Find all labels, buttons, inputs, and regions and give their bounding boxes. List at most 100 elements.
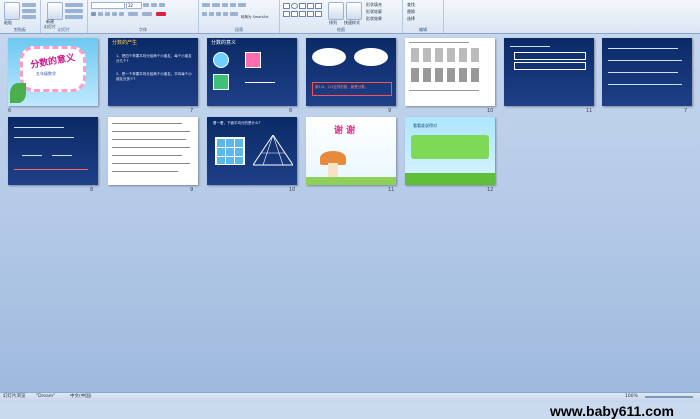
slide-thumbnail[interactable] [108, 117, 198, 185]
textbox-shape-icon[interactable] [283, 11, 290, 17]
new-slide-button[interactable] [47, 2, 63, 20]
delete-button[interactable] [65, 15, 83, 19]
zoom-level[interactable]: 100% [625, 394, 638, 400]
slide-text-line [22, 155, 42, 156]
font-color-button[interactable] [156, 12, 166, 16]
underline-button[interactable] [105, 12, 110, 16]
font-size-dropdown[interactable]: 32 [126, 2, 142, 9]
increase-indent-button[interactable] [230, 3, 236, 7]
square-figure [245, 52, 261, 68]
slide-thumbnail[interactable]: 分数的意义 [207, 38, 297, 106]
quick-styles-label: 快速样式 [344, 20, 360, 25]
bullets-button[interactable] [202, 3, 210, 7]
slide-number: 8 [90, 187, 94, 193]
slide-note: 像1/4、2/3这样的数，都是分数。 [315, 85, 369, 89]
decrease-indent-button[interactable] [222, 3, 228, 7]
quick-styles-button[interactable] [346, 2, 362, 20]
slide-text-line [52, 155, 72, 156]
slide-text-line [112, 163, 190, 164]
slide-text-line [14, 169, 88, 170]
slide-thumbnail[interactable] [504, 38, 594, 106]
slide-text-line [112, 131, 190, 132]
line-spacing-button[interactable] [238, 3, 246, 7]
slide-text-line [608, 48, 678, 49]
slide-text-line [112, 139, 186, 140]
strikethrough-button[interactable] [112, 12, 117, 16]
slide-number: 7 [190, 108, 194, 114]
slide-text-line [409, 90, 479, 91]
columns-button[interactable] [230, 12, 238, 16]
slide-number: 9 [388, 108, 392, 114]
slide-thumbnail[interactable] [8, 117, 98, 185]
slide-text-line [112, 155, 182, 156]
font-size-value: 32 [128, 3, 134, 8]
leaf-decoration [10, 83, 26, 103]
select-button[interactable]: 选择 [407, 16, 415, 21]
slide-text-line [112, 123, 182, 124]
slide-number: 11 [586, 108, 593, 114]
spacing-button[interactable] [128, 12, 138, 16]
italic-button[interactable] [98, 12, 103, 16]
slide-thumbnail[interactable]: 分数的产生 1、把四个苹果平均分给两个小朋友，每个小朋友分几个? 2、把一个苹果… [108, 38, 198, 106]
shape-fill-button[interactable]: 形状填充 [366, 2, 382, 7]
slide-sorter: 分数的意义 五年级数学 6 分数的产生 1、把四个苹果平均分给两个小朋友，每个小… [0, 34, 700, 419]
shrink-font-button[interactable] [151, 3, 157, 7]
brace-shape-icon[interactable] [307, 11, 314, 17]
align-left-button[interactable] [202, 12, 207, 16]
slide-text: 1、把四个苹果平均分给两个小朋友，每个小朋友分几个? [116, 54, 192, 63]
bold-button[interactable] [91, 12, 96, 16]
arrange-button[interactable] [328, 2, 344, 20]
layout-button[interactable] [65, 3, 83, 7]
figure-grid [411, 48, 481, 62]
shape-effects-button[interactable]: 形状效果 [366, 16, 382, 21]
bar-figure [514, 52, 586, 60]
paragraph-group: 转换为 SmartArt 段落 [199, 0, 280, 33]
arrange-label: 排列 [329, 20, 337, 25]
paste-button[interactable] [4, 2, 20, 20]
find-button[interactable]: 查找 [407, 2, 415, 7]
font-group: 32 字体 [88, 0, 199, 33]
format-painter-button[interactable] [22, 15, 36, 19]
slide-thumbnail[interactable] [405, 38, 495, 106]
ribbon: 粘贴 剪贴板 新建 幻灯片 幻灯片 32 字体 转换为 SmartArt 段落 … [0, 0, 700, 34]
theme-status: "Dream" [36, 394, 56, 399]
rectangle-shape-icon[interactable] [283, 3, 290, 9]
editing-group-label: 编辑 [419, 27, 427, 32]
more-shapes-icon[interactable] [315, 11, 322, 17]
line-shape-icon[interactable] [307, 3, 314, 9]
font-name-dropdown[interactable] [91, 2, 125, 9]
callout-shape-icon[interactable] [299, 11, 306, 17]
grow-font-button[interactable] [143, 3, 149, 7]
shadow-button[interactable] [119, 12, 124, 16]
change-case-button[interactable] [142, 12, 152, 16]
slide-thumbnail[interactable]: 谢 谢 [306, 117, 396, 185]
slide-thumbnail[interactable]: 看看谁说得对 [405, 117, 495, 185]
slide-thumbnail[interactable] [602, 38, 692, 106]
cut-button[interactable] [22, 3, 36, 7]
slide-text-line [608, 60, 682, 61]
convert-smartart-label[interactable]: 转换为 SmartArt [241, 15, 268, 20]
replace-button[interactable]: 替换 [407, 9, 415, 14]
editing-group: 查找 替换 选择 编辑 [403, 0, 444, 33]
oval-shape-icon[interactable] [291, 3, 298, 9]
justify-button[interactable] [223, 12, 228, 16]
paste-label: 粘贴 [4, 20, 12, 25]
ellipse-figure [354, 48, 388, 66]
language-status[interactable]: 中文(中国) [70, 394, 92, 400]
slide-thumbnail[interactable]: 分数的意义 五年级数学 [8, 38, 98, 106]
shape-outline-button[interactable]: 形状轮廓 [366, 9, 382, 14]
numbering-button[interactable] [212, 3, 220, 7]
zoom-slider[interactable] [645, 396, 693, 398]
align-right-button[interactable] [216, 12, 221, 16]
slide-thumbnail[interactable]: 像1/4、2/3这样的数，都是分数。 [306, 38, 396, 106]
copy-button[interactable] [22, 9, 36, 13]
arrow-shape-icon[interactable] [315, 3, 322, 9]
slide-text-line [112, 171, 178, 172]
reset-button[interactable] [65, 9, 83, 13]
clear-format-button[interactable] [159, 3, 165, 7]
align-center-button[interactable] [209, 12, 214, 16]
star-shape-icon[interactable] [291, 11, 298, 17]
triangle-shape-icon[interactable] [299, 3, 306, 9]
watermark: www.baby611.com [550, 403, 674, 419]
slide-thumbnail[interactable]: 看一看，下面平均分的是什么？ [207, 117, 297, 185]
